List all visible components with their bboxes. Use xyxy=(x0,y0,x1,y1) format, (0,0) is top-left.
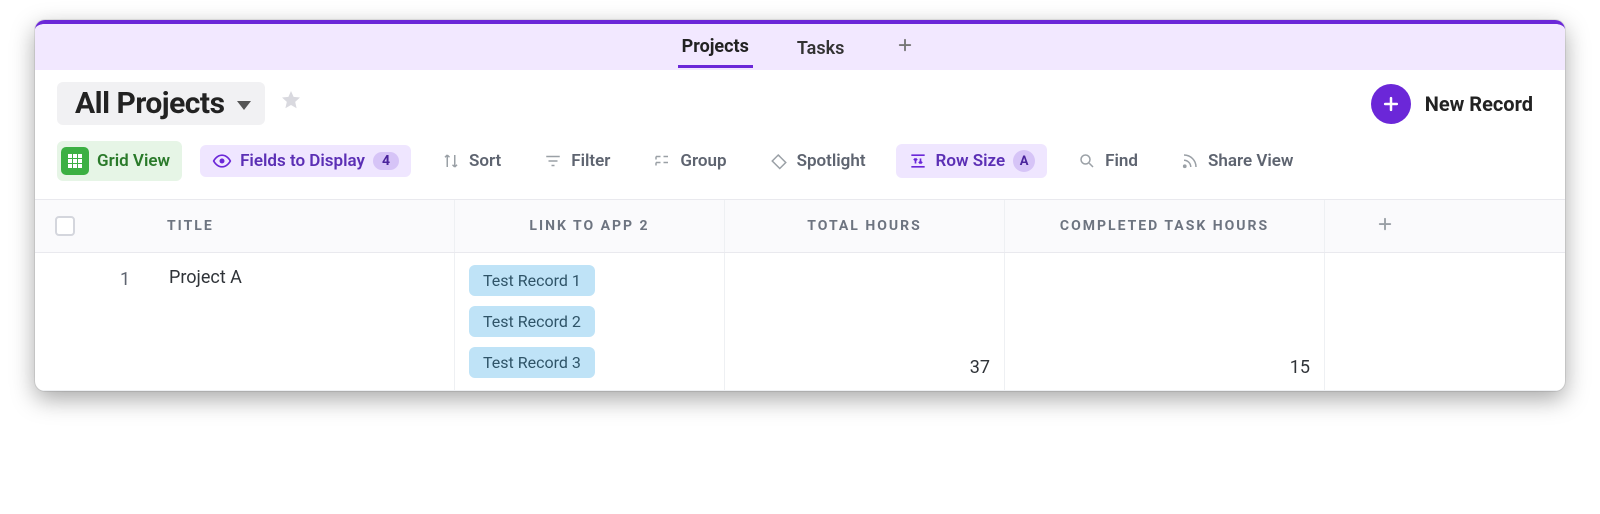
grid-icon xyxy=(61,147,89,175)
row-number-header xyxy=(95,200,155,252)
view-title: All Projects xyxy=(75,86,225,121)
col-total-hours[interactable]: TOTAL HOURS xyxy=(725,200,1005,252)
cell-title[interactable]: Project A xyxy=(155,253,455,390)
title-row: All Projects New Record xyxy=(35,70,1565,129)
fields-to-display-button[interactable]: Fields to Display 4 xyxy=(200,145,411,177)
find-button[interactable]: Find xyxy=(1065,145,1150,177)
linked-record-chip[interactable]: Test Record 3 xyxy=(469,347,595,378)
tabs-bar: Projects Tasks xyxy=(35,24,1565,70)
row-size-badge: A xyxy=(1013,150,1035,172)
cell-total-hours[interactable]: 37 xyxy=(725,253,1005,390)
new-record-label: New Record xyxy=(1425,92,1533,116)
add-column-header xyxy=(1325,200,1445,252)
app-window: Projects Tasks All Projects New Record G… xyxy=(35,20,1565,391)
cell-link-to-app[interactable]: Test Record 1 Test Record 2 Test Record … xyxy=(455,253,725,390)
sort-button[interactable]: Sort xyxy=(429,145,513,177)
add-tab-button[interactable] xyxy=(888,31,922,64)
table-header: TITLE LINK TO APP 2 TOTAL HOURS COMPLETE… xyxy=(35,200,1565,253)
new-record-button[interactable]: New Record xyxy=(1371,84,1543,124)
col-link-to-app[interactable]: LINK TO APP 2 xyxy=(455,200,725,252)
favorite-star-button[interactable] xyxy=(279,88,303,119)
find-label: Find xyxy=(1105,151,1138,171)
fields-label: Fields to Display xyxy=(240,151,365,171)
share-view-button[interactable]: Share View xyxy=(1168,145,1305,177)
plus-icon xyxy=(896,36,914,54)
filter-icon xyxy=(543,151,563,171)
table-row[interactable]: 1 Project A Test Record 1 Test Record 2 … xyxy=(35,253,1565,391)
select-all-header xyxy=(35,200,95,252)
view-selector[interactable]: All Projects xyxy=(57,82,265,125)
row-checkbox-cell xyxy=(35,253,95,390)
spotlight-button[interactable]: Spotlight xyxy=(757,145,878,177)
data-table: TITLE LINK TO APP 2 TOTAL HOURS COMPLETE… xyxy=(35,199,1565,391)
grid-view-button[interactable]: Grid View xyxy=(57,141,182,181)
linked-records: Test Record 1 Test Record 2 Test Record … xyxy=(469,265,710,378)
row-size-icon xyxy=(908,151,928,171)
col-title[interactable]: TITLE xyxy=(155,200,455,252)
sort-label: Sort xyxy=(469,151,501,171)
group-icon xyxy=(652,151,672,171)
search-icon xyxy=(1077,151,1097,171)
plus-circle-icon xyxy=(1371,84,1411,124)
group-button[interactable]: Group xyxy=(640,145,738,177)
select-all-checkbox[interactable] xyxy=(55,216,75,236)
col-completed-task-hours[interactable]: COMPLETED TASK HOURS xyxy=(1005,200,1325,252)
row-size-label: Row Size xyxy=(936,151,1006,171)
share-view-label: Share View xyxy=(1208,151,1293,171)
toolbar: Grid View Fields to Display 4 Sort Filte… xyxy=(35,129,1565,199)
chevron-down-icon xyxy=(237,101,251,110)
cell-completed-task-hours[interactable]: 15 xyxy=(1005,253,1325,390)
spotlight-label: Spotlight xyxy=(797,151,866,171)
row-size-button[interactable]: Row Size A xyxy=(896,144,1048,178)
rss-icon xyxy=(1180,151,1200,171)
grid-view-label: Grid View xyxy=(97,151,170,171)
row-index: 1 xyxy=(95,253,155,390)
spotlight-icon xyxy=(769,151,789,171)
filter-label: Filter xyxy=(571,151,610,171)
plus-icon xyxy=(1376,215,1394,233)
add-column-button[interactable] xyxy=(1376,214,1394,238)
linked-record-chip[interactable]: Test Record 2 xyxy=(469,306,595,337)
tab-tasks[interactable]: Tasks xyxy=(793,28,849,67)
linked-record-chip[interactable]: Test Record 1 xyxy=(469,265,595,296)
fields-count-badge: 4 xyxy=(373,152,399,170)
filter-button[interactable]: Filter xyxy=(531,145,622,177)
eye-icon xyxy=(212,151,232,171)
cell-empty xyxy=(1325,253,1445,390)
star-icon xyxy=(279,88,303,112)
group-label: Group xyxy=(680,151,726,171)
tab-projects[interactable]: Projects xyxy=(678,26,753,68)
sort-icon xyxy=(441,151,461,171)
